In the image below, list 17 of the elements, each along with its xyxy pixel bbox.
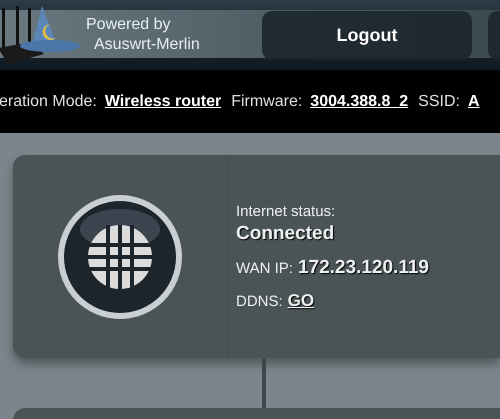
globe-icon bbox=[56, 192, 184, 320]
status-label: Internet status: bbox=[236, 203, 336, 222]
brand-tagline: Powered by bbox=[86, 15, 172, 35]
info-link[interactable]: Wireless router bbox=[104, 90, 222, 114]
info-link[interactable]: 3004.388.8_2 bbox=[310, 90, 408, 114]
wan-ip-label: WAN IP: bbox=[236, 258, 293, 278]
info-label: Firmware: bbox=[231, 92, 302, 112]
wan-ip-value: 172.23.120.119 bbox=[298, 256, 429, 280]
ddns-link[interactable]: GO bbox=[288, 288, 314, 314]
ddns-label: DDNS: bbox=[236, 292, 283, 312]
status-value: Connected bbox=[236, 222, 336, 246]
logout-button[interactable]: Logout bbox=[262, 10, 472, 60]
menu-button[interactable] bbox=[488, 10, 500, 60]
info-link[interactable]: A bbox=[468, 90, 480, 114]
brand-name: Asuswrt-Merlin bbox=[94, 35, 200, 55]
info-label: eration Mode: bbox=[0, 92, 97, 112]
info-label: SSID: bbox=[418, 92, 460, 112]
